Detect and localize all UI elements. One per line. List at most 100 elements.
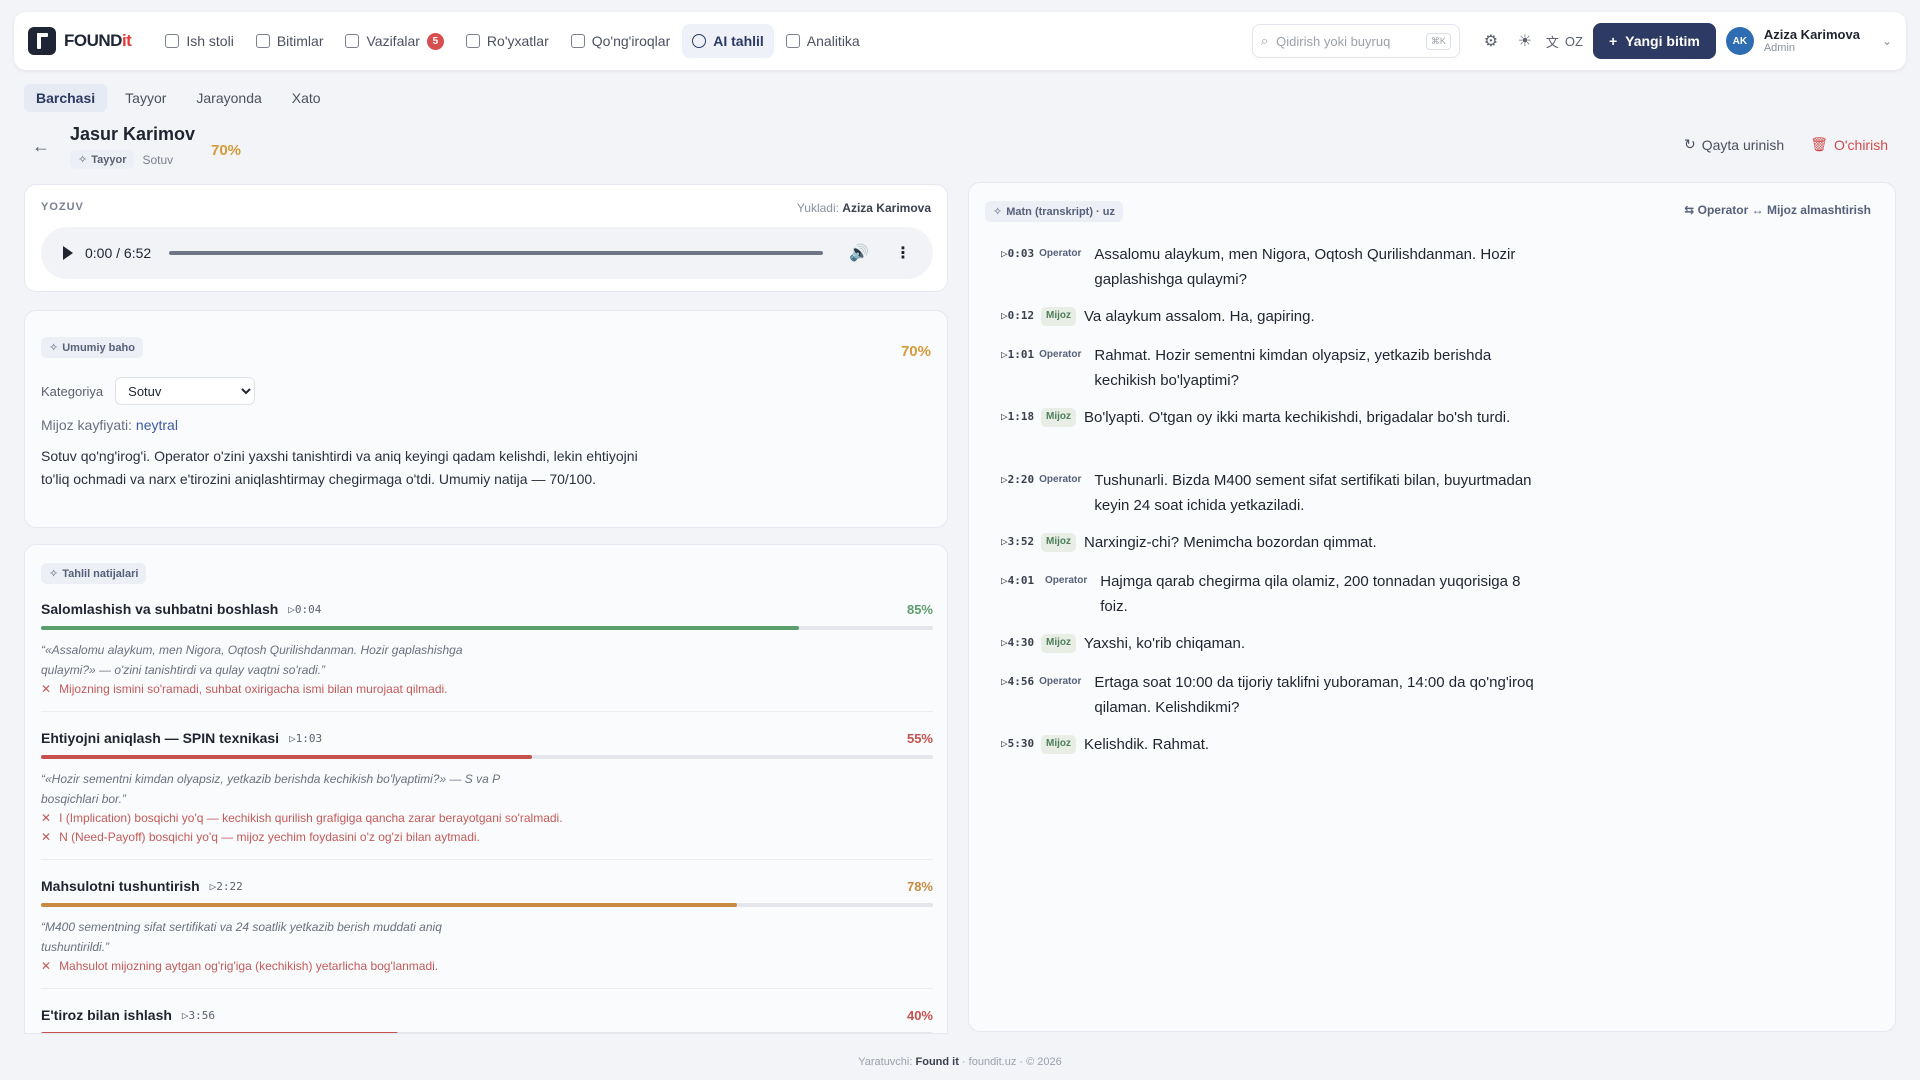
metric-percent: 40% — [906, 1007, 933, 1023]
nav-item-ai-tahlil[interactable]: AI tahlil — [682, 24, 774, 58]
metric-progress-bar — [41, 755, 532, 759]
brand-logo[interactable]: FOUNDit — [28, 27, 132, 55]
timestamp-link[interactable]: ▷2:20 — [1001, 471, 1034, 518]
recording-card: YOZUV Yukladi: Aziza Karimova 0:00 / 6:5… — [24, 184, 948, 292]
more-options-icon[interactable]: ⋮ — [895, 243, 911, 263]
theme-sun-icon[interactable]: ☀ — [1508, 24, 1542, 58]
seek-slider[interactable] — [169, 251, 824, 255]
search-box[interactable]: ⌕ ⌘K — [1251, 24, 1460, 58]
playback-time: 0:00 / 6:52 — [85, 245, 152, 261]
metric-quote: “«Assalomu alaykum, men Nigora, Oqtosh Q… — [41, 643, 463, 677]
timestamp-link[interactable]: ▷3:52 — [1001, 533, 1041, 555]
sparkle-icon — [692, 34, 707, 48]
user-menu[interactable]: AK Aziza Karimova Admin ⌄ — [1725, 27, 1892, 55]
utterance-text: Assalomu alaykum, men Nigora, Oqtosh Qur… — [1094, 246, 1516, 288]
nav-item-qongiroqlar[interactable]: Qo'ng'iroqlar — [561, 24, 681, 58]
checkbox-icon — [345, 34, 360, 48]
tab-xato[interactable]: Xato — [280, 84, 333, 112]
play-icon[interactable] — [63, 246, 73, 260]
nav-item-royxatlar[interactable]: Ro'yxatlar — [456, 24, 559, 58]
tab-tayyor[interactable]: Tayyor — [113, 84, 178, 112]
utterance-text: Hajmga qarab chegirma qila olamiz, 200 t… — [1100, 573, 1521, 615]
timestamp-link[interactable]: ▷1:03 — [289, 732, 322, 745]
utterance-text: Ertaga soat 10:00 da tijoriy taklifni yu… — [1094, 674, 1534, 716]
speaker-tag: Operator — [1039, 248, 1082, 259]
speaker-tag: Operator — [1039, 349, 1082, 360]
timestamp-link[interactable]: ▷3:56 — [182, 1009, 215, 1022]
utterance-text: Kelishdik. Rahmat. — [1084, 736, 1210, 753]
transcript-line: ▷4:01 Operator Hajmga qarab chegirma qil… — [1001, 572, 1541, 619]
settings-gear-icon[interactable]: ⚙ — [1474, 24, 1508, 58]
status-filter-tabs: Barchasi Tayyor Jarayonda Xato — [24, 84, 333, 112]
audio-player: 0:00 / 6:52 🔊 ⋮ — [41, 227, 933, 279]
utterance-text: Va alaykum assalom. Ha, gapiring. — [1084, 308, 1315, 325]
close-icon: ✕ — [41, 811, 52, 825]
search-input[interactable] — [1276, 33, 1418, 49]
phone-icon — [570, 34, 585, 48]
page-title: Jasur Karimov — [70, 124, 196, 144]
new-deal-button[interactable]: + Yangi bitim — [1592, 23, 1716, 59]
plus-icon: + — [1608, 33, 1618, 49]
logo-icon — [28, 27, 56, 55]
timestamp-link[interactable]: ▷4:30 — [1001, 634, 1041, 656]
timestamp-link[interactable]: ▷1:18 — [1001, 408, 1041, 430]
volume-icon[interactable]: 🔊 — [849, 243, 869, 263]
metric-quote: “«Hozir sementni kimdan olyapsiz, yetkaz… — [41, 772, 500, 806]
metric-percent: 55% — [906, 730, 933, 746]
language-switch[interactable]: 文 OZ — [1546, 32, 1583, 51]
divider — [41, 988, 933, 989]
sparkle-icon: ✧ — [49, 568, 59, 580]
desk-icon — [165, 34, 180, 48]
tab-jarayonda[interactable]: Jarayonda — [184, 84, 273, 112]
retry-button[interactable]: ↻ Qayta urinish — [1684, 136, 1784, 153]
tab-barchasi[interactable]: Barchasi — [24, 84, 108, 112]
nav-item-bitimlar[interactable]: Bitimlar — [246, 24, 334, 58]
close-icon: ✕ — [41, 682, 52, 696]
timestamp-link[interactable]: ▷0:12 — [1001, 307, 1041, 329]
speaker-tag: Mijoz — [1041, 408, 1076, 427]
timestamp-link[interactable]: ▷0:03 — [1001, 245, 1034, 292]
metric-title: Ehtiyojni aniqlash — SPIN texnikasi — [41, 730, 280, 746]
metric-item: E'tiroz bilan ishlash ▷3:56 40% — [41, 1006, 933, 1033]
transcript-line: ▷5:30 Mijoz Kelishdik. Rahmat. — [1001, 735, 1541, 757]
timestamp-link[interactable]: ▷5:30 — [1001, 735, 1041, 757]
transcript-chip: ✧ Matn (transkript) · uz — [985, 201, 1123, 222]
nav-item-vazifalar[interactable]: Vazifalar 5 — [335, 24, 453, 58]
nav-item-analitika[interactable]: Analitika — [776, 24, 870, 58]
metric-title: Salomlashish va suhbatni boshlash — [41, 601, 279, 617]
metric-progress-track — [41, 1032, 933, 1033]
metric-issue: ✕ I (Implication) bosqichi yo'q — kechiki… — [41, 809, 933, 828]
results-chip: ✧ Tahlil natijalari — [41, 563, 147, 584]
swap-speakers-button[interactable]: ⇆ Operator ↔ Mijoz almashtirish — [1684, 203, 1871, 217]
tasks-count-badge: 5 — [426, 32, 444, 50]
uploader: Yukladi: Aziza Karimova — [796, 201, 931, 215]
nav-item-ish-stoli[interactable]: Ish stoli — [155, 24, 243, 58]
timestamp-link[interactable]: ▷4:01 — [1001, 572, 1040, 619]
metric-progress-bar — [41, 903, 737, 907]
metric-progress-bar — [41, 1032, 398, 1033]
refresh-icon: ↻ — [1683, 136, 1696, 152]
speaker-tag: Operator — [1039, 474, 1082, 485]
footer-site[interactable]: foundit.uz — [969, 1056, 1017, 1068]
call-category: Sotuv — [142, 152, 174, 167]
back-arrow-icon[interactable]: ← — [32, 136, 50, 157]
metric-issue: ✕ Mijozning ismini so'ramadi, suhbat oxir… — [41, 680, 933, 699]
metric-title: E'tiroz bilan ishlash — [41, 1007, 172, 1023]
transcript-line: ▷3:52 Mijoz Narxingiz-chi? Menimcha bozo… — [1001, 533, 1541, 555]
transcript-line: ▷0:12 Mijoz Va alaykum assalom. Ha, gapi… — [1001, 307, 1541, 329]
metric-issue: ✕ N (Need-Payoff) bosqichi yo'q — mijoz y… — [41, 828, 933, 847]
call-meta: ✧ Tayyor Sotuv — [70, 150, 173, 169]
sparkle-icon: ✧ — [993, 206, 1003, 218]
speaker-tag: Mijoz — [1041, 533, 1076, 552]
category-select[interactable]: Sotuv — [115, 377, 256, 405]
timestamp-link[interactable]: ▷4:56 — [1001, 673, 1034, 720]
timestamp-link[interactable]: ▷0:04 — [288, 603, 321, 616]
metric-title: Mahsulotni tushuntirish — [41, 878, 200, 894]
timestamp-link[interactable]: ▷2:22 — [210, 880, 243, 893]
overall-chip: ✧ Umumiy baho — [41, 337, 143, 358]
transcript-line: ▷4:56 Operator Ertaga soat 10:00 da tijo… — [1001, 673, 1541, 720]
timestamp-link[interactable]: ▷1:01 — [1001, 346, 1034, 393]
shortcut-hint: ⌘K — [1425, 32, 1451, 50]
delete-button[interactable]: 🗑 O'chirish — [1810, 136, 1888, 153]
speaker-tag: Mijoz — [1041, 634, 1076, 653]
